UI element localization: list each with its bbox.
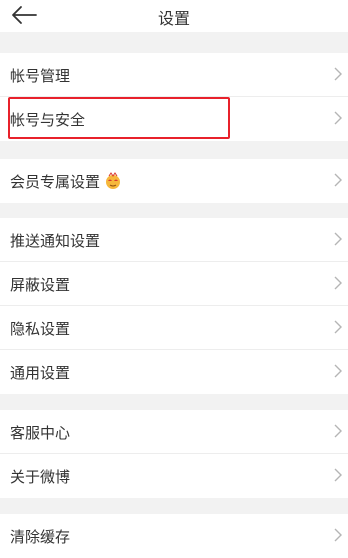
settings-group-vip: 会员专属设置 bbox=[0, 159, 348, 203]
chevron-right-icon bbox=[334, 528, 342, 542]
chevron-right-icon bbox=[334, 468, 342, 482]
settings-item-account-security[interactable]: 帐号与安全 bbox=[0, 97, 348, 141]
settings-item-label: 推送通知设置 bbox=[10, 232, 101, 250]
settings-item-label: 帐号管理 bbox=[10, 67, 71, 85]
page-title: 设置 bbox=[157, 9, 190, 28]
settings-item-vip[interactable]: 会员专属设置 bbox=[0, 159, 348, 203]
settings-item-label: 通用设置 bbox=[10, 364, 71, 382]
chevron-right-icon bbox=[334, 67, 342, 81]
settings-item-label: 会员专属设置 bbox=[10, 171, 122, 192]
chevron-right-icon bbox=[334, 320, 342, 334]
settings-item-label: 客服中心 bbox=[10, 424, 71, 442]
chevron-right-icon bbox=[334, 173, 342, 187]
settings-item-block[interactable]: 屏蔽设置 bbox=[0, 262, 348, 306]
settings-group-help: 客服中心 关于微博 bbox=[0, 410, 348, 498]
chevron-right-icon bbox=[334, 364, 342, 378]
settings-item-label: 隐私设置 bbox=[10, 320, 71, 338]
settings-item-account-management[interactable]: 帐号管理 bbox=[0, 53, 348, 97]
settings-item-label: 屏蔽设置 bbox=[10, 276, 71, 294]
chevron-right-icon bbox=[334, 276, 342, 290]
settings-item-label: 帐号与安全 bbox=[10, 111, 86, 129]
settings-item-push-notifications[interactable]: 推送通知设置 bbox=[0, 218, 348, 262]
settings-item-customer-service[interactable]: 客服中心 bbox=[0, 410, 348, 454]
settings-group-general: 推送通知设置 屏蔽设置 隐私设置 通用设置 bbox=[0, 218, 348, 394]
settings-item-label: 清除缓存 bbox=[10, 528, 71, 546]
settings-item-clear-cache[interactable]: 清除缓存 bbox=[0, 514, 348, 558]
vip-emoji-icon bbox=[106, 172, 121, 189]
settings-item-label: 关于微博 bbox=[10, 468, 71, 486]
chevron-right-icon bbox=[334, 424, 342, 438]
settings-item-privacy[interactable]: 隐私设置 bbox=[0, 306, 348, 350]
chevron-right-icon bbox=[334, 232, 342, 246]
settings-group-account: 帐号管理 帐号与安全 bbox=[0, 53, 348, 141]
settings-group-cache: 清除缓存 bbox=[0, 514, 348, 558]
header-bar: 设置 bbox=[0, 0, 348, 32]
settings-item-general[interactable]: 通用设置 bbox=[0, 350, 348, 394]
settings-item-about[interactable]: 关于微博 bbox=[0, 454, 348, 498]
chevron-right-icon bbox=[334, 111, 342, 125]
